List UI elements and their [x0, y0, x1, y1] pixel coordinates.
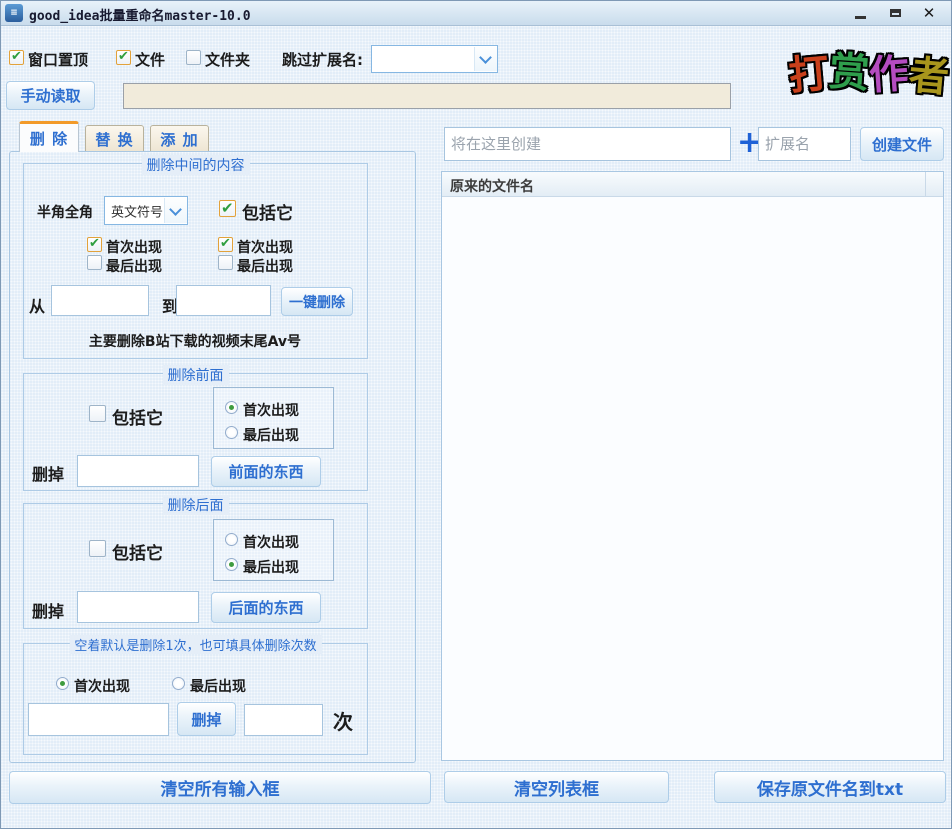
skip-extension-combobox[interactable]: [371, 45, 498, 73]
close-icon: ✕: [923, 6, 936, 21]
clear-all-inputs-button[interactable]: 清空所有输入框: [9, 771, 431, 804]
maximize-button[interactable]: [884, 3, 906, 23]
delete-tab-panel: [9, 151, 416, 763]
clear-listbox-button[interactable]: 清空列表框: [444, 771, 669, 803]
chevron-down-icon: [479, 51, 492, 64]
list-header-spare-cell: [925, 172, 943, 196]
donate-author-logo: 打 赏 作 者: [789, 47, 949, 103]
save-filenames-to-txt-button[interactable]: 保存原文件名到txt: [714, 771, 946, 803]
tab-delete[interactable]: 删 除: [19, 121, 79, 152]
manual-read-button[interactable]: 手动读取: [6, 81, 95, 110]
folder-checkbox[interactable]: [186, 50, 201, 65]
minimize-button[interactable]: [849, 3, 871, 23]
maximize-icon: [890, 9, 901, 17]
tab-replace[interactable]: 替 换: [85, 125, 144, 152]
app-icon: ≡: [5, 4, 23, 22]
file-checkbox[interactable]: [116, 50, 131, 65]
window-title: good_idea批量重命名master-10.0: [29, 5, 251, 24]
extension-input[interactable]: [758, 127, 851, 161]
logo-char-1: 打: [787, 53, 830, 96]
titlebar[interactable]: ≡ good_idea批量重命名master-10.0 ✕: [1, 1, 951, 26]
logo-char-4: 者: [907, 55, 950, 98]
window-topmost-label: 窗口置顶: [28, 49, 88, 70]
folder-checkbox-label: 文件夹: [205, 49, 250, 70]
filename-listbox[interactable]: 原来的文件名: [441, 171, 944, 761]
create-here-input[interactable]: [444, 127, 731, 161]
tab-add[interactable]: 添 加: [150, 125, 209, 152]
logo-char-2: 赏: [828, 52, 871, 95]
window-topmost-checkbox[interactable]: [9, 50, 24, 65]
list-header-row[interactable]: 原来的文件名: [442, 172, 943, 197]
file-checkbox-label: 文件: [135, 49, 165, 70]
path-input[interactable]: [123, 83, 731, 109]
original-filename-column-header[interactable]: 原来的文件名: [450, 176, 534, 196]
app-window: ≡ good_idea批量重命名master-10.0 ✕ 窗口置顶 文件 文件…: [0, 0, 952, 829]
combo-chevron-area[interactable]: [474, 47, 497, 71]
close-button[interactable]: ✕: [918, 3, 940, 23]
logo-char-3: 作: [868, 54, 911, 97]
minimize-icon: [855, 16, 866, 19]
create-file-button[interactable]: 创建文件: [860, 127, 944, 161]
skip-extension-label: 跳过扩展名:: [282, 49, 363, 70]
